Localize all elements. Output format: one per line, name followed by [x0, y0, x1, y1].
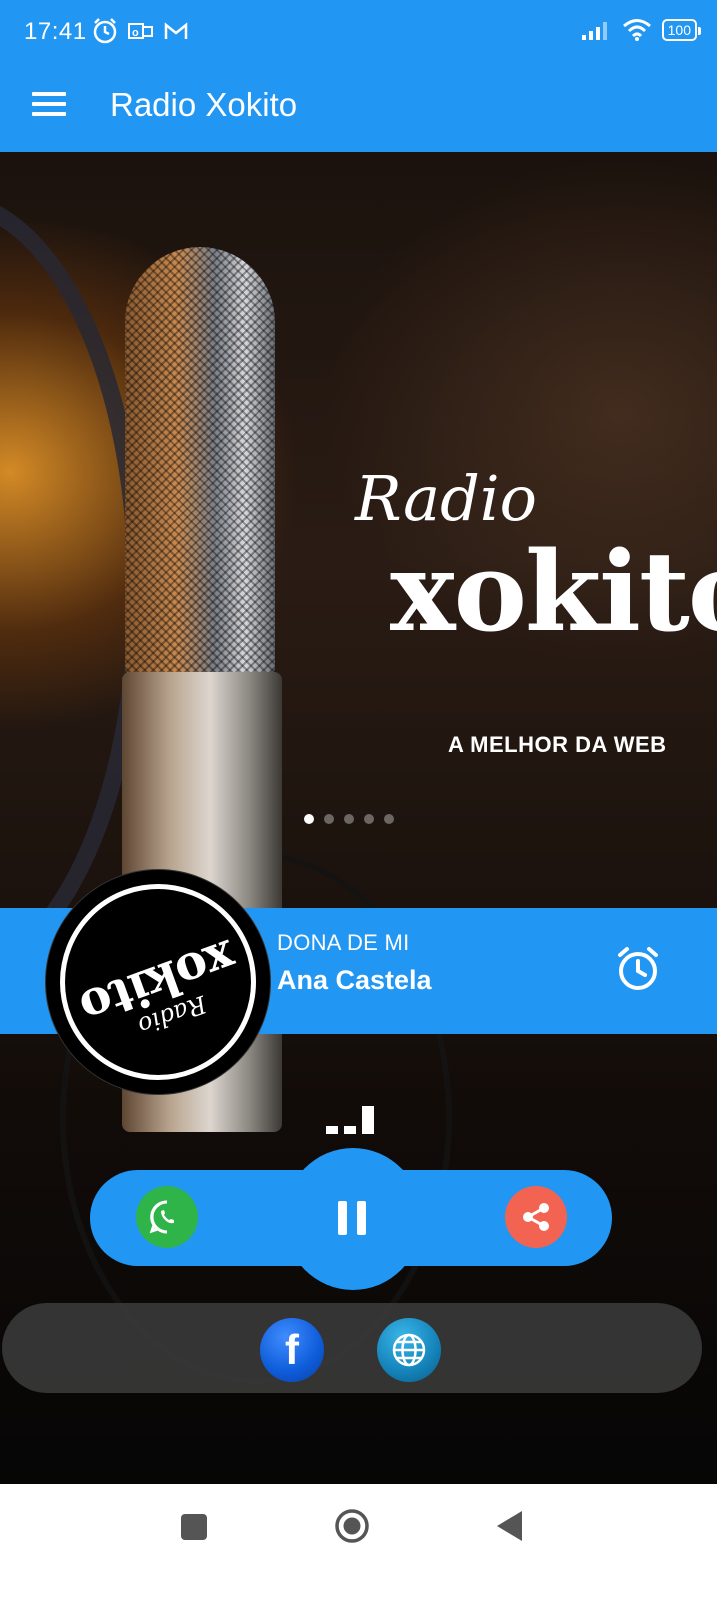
audio-level-meter	[326, 1104, 374, 1134]
song-artist: Ana Castela	[277, 965, 432, 995]
outlook-icon: o	[128, 23, 153, 39]
recents-icon[interactable]	[181, 1514, 207, 1540]
microphone-head-image	[125, 247, 275, 677]
carousel-dot-1[interactable]	[304, 814, 314, 824]
battery-icon: 100	[661, 19, 702, 41]
facebook-button[interactable]: f	[260, 1318, 324, 1382]
song-title: DONA DE MI	[277, 930, 410, 955]
app-title: Radio Xokito	[110, 86, 298, 123]
carousel-indicator[interactable]	[304, 814, 394, 824]
social-links-bar	[2, 1303, 702, 1393]
status-time: 17:41	[24, 18, 87, 45]
back-icon[interactable]	[494, 1509, 524, 1543]
banner-brand-text: xokito	[390, 527, 717, 656]
carousel-dot-4[interactable]	[364, 814, 374, 824]
carousel-dot-3[interactable]	[344, 814, 354, 824]
website-button[interactable]	[377, 1318, 441, 1382]
banner-script-text: Radio	[355, 462, 537, 535]
carousel-dot-5[interactable]	[384, 814, 394, 824]
share-icon	[523, 1203, 549, 1231]
whatsapp-button[interactable]	[136, 1186, 198, 1248]
share-button[interactable]	[505, 1186, 567, 1248]
signal-icon	[581, 22, 607, 40]
system-icons: 100	[580, 18, 702, 42]
whatsapp-icon	[149, 1200, 174, 1234]
station-logo: xokito Radio	[46, 870, 270, 1094]
gmail-icon	[164, 22, 188, 39]
app-bar: Radio Xokito	[0, 64, 717, 152]
banner-tagline: A MELHOR DA WEB	[448, 732, 667, 757]
hamburger-menu-icon[interactable]	[32, 86, 72, 126]
notification-icons: o	[92, 17, 190, 45]
home-icon[interactable]	[334, 1508, 370, 1544]
status-bar: 17:41 o 100	[0, 0, 717, 64]
system-navigation-bar	[0, 1484, 717, 1600]
alarm-icon	[93, 18, 117, 44]
globe-icon	[392, 1333, 426, 1367]
wifi-icon	[622, 19, 651, 41]
pause-button[interactable]	[322, 1188, 382, 1248]
alarm-clock-icon[interactable]	[612, 943, 664, 995]
carousel-dot-2[interactable]	[324, 814, 334, 824]
svg-text:o: o	[132, 27, 139, 39]
facebook-icon: f	[285, 1326, 299, 1373]
